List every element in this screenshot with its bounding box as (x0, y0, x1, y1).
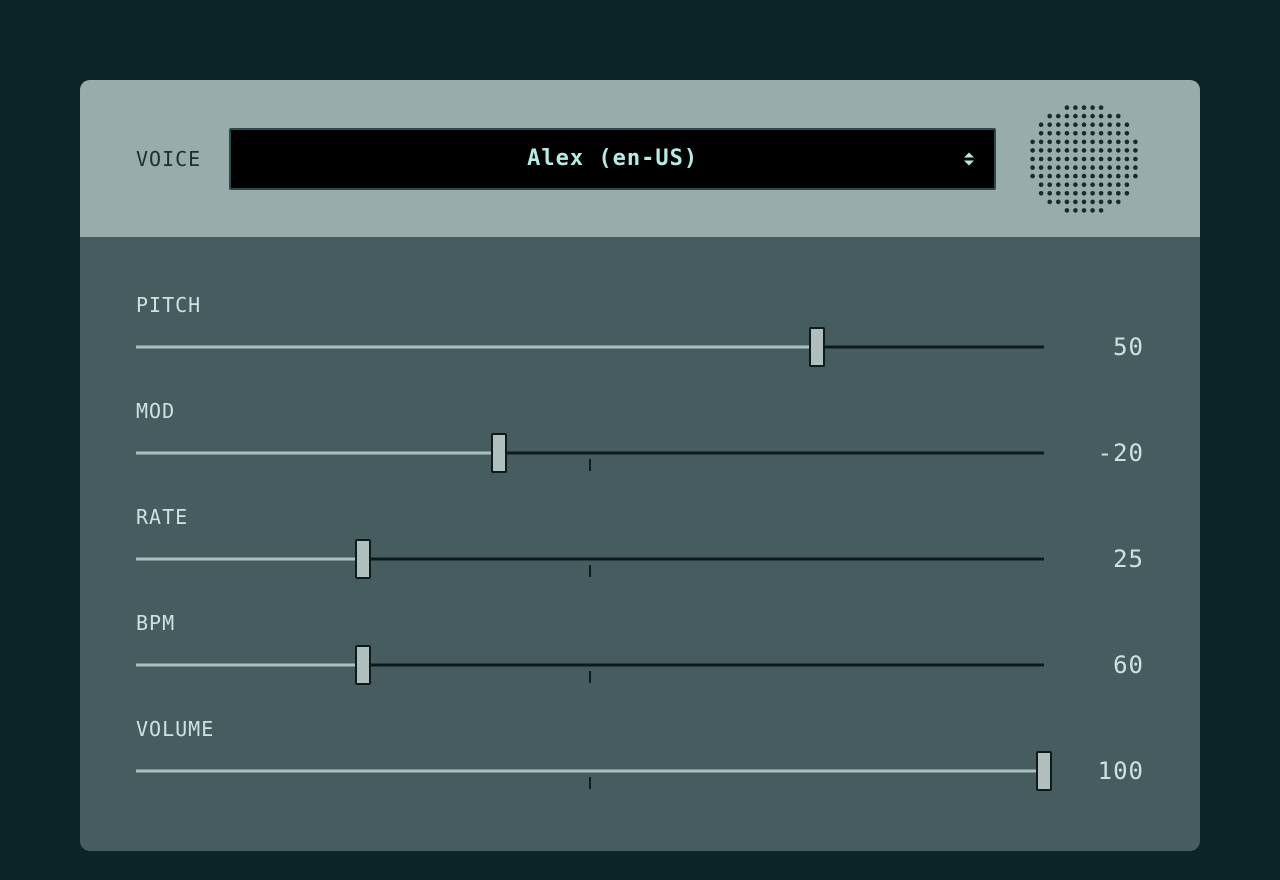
voice-control-panel: VOICE Alex (en-US) PITCH 50 MOD -20 RATE 25 BP… (80, 80, 1200, 851)
rate-slider[interactable] (136, 539, 1044, 579)
sliders-section: PITCH 50 MOD -20 RATE 25 BPM 60 VOLUME 100 (80, 237, 1200, 851)
slider-track-row-bpm: 60 (136, 645, 1144, 685)
slider-row-pitch: PITCH 50 (136, 293, 1144, 367)
slider-track-fill (136, 558, 363, 561)
rate-value: 25 (1074, 545, 1144, 573)
bpm-slider[interactable] (136, 645, 1044, 685)
slider-label-bpm: BPM (136, 611, 1144, 635)
panel-header: VOICE Alex (en-US) (80, 80, 1200, 237)
slider-center-tick (589, 777, 591, 789)
bpm-slider-thumb[interactable] (355, 645, 371, 685)
slider-track-fill (136, 346, 817, 349)
speaker-grille-icon (1024, 99, 1144, 219)
slider-center-tick (589, 459, 591, 471)
pitch-value: 50 (1074, 333, 1144, 361)
slider-row-mod: MOD -20 (136, 399, 1144, 473)
slider-track-fill (136, 770, 1044, 773)
volume-slider[interactable] (136, 751, 1044, 791)
pitch-slider[interactable] (136, 327, 1044, 367)
mod-value: -20 (1074, 439, 1144, 467)
rate-slider-thumb[interactable] (355, 539, 371, 579)
slider-track-fill (136, 664, 363, 667)
slider-track-row-rate: 25 (136, 539, 1144, 579)
voice-select-wrap: Alex (en-US) (229, 128, 996, 190)
mod-slider-thumb[interactable] (491, 433, 507, 473)
slider-row-bpm: BPM 60 (136, 611, 1144, 685)
slider-center-tick (589, 671, 591, 683)
slider-label-pitch: PITCH (136, 293, 1144, 317)
pitch-slider-thumb[interactable] (809, 327, 825, 367)
slider-label-rate: RATE (136, 505, 1144, 529)
slider-track-row-volume: 100 (136, 751, 1144, 791)
bpm-value: 60 (1074, 651, 1144, 679)
slider-label-mod: MOD (136, 399, 1144, 423)
mod-slider[interactable] (136, 433, 1044, 473)
slider-label-volume: VOLUME (136, 717, 1144, 741)
slider-row-rate: RATE 25 (136, 505, 1144, 579)
slider-row-volume: VOLUME 100 (136, 717, 1144, 791)
slider-track-row-mod: -20 (136, 433, 1144, 473)
slider-track-row-pitch: 50 (136, 327, 1144, 367)
slider-track-fill (136, 452, 499, 455)
slider-center-tick (589, 565, 591, 577)
voice-select[interactable]: Alex (en-US) (229, 128, 996, 190)
voice-label: VOICE (136, 147, 201, 171)
volume-value: 100 (1074, 757, 1144, 785)
volume-slider-thumb[interactable] (1036, 751, 1052, 791)
